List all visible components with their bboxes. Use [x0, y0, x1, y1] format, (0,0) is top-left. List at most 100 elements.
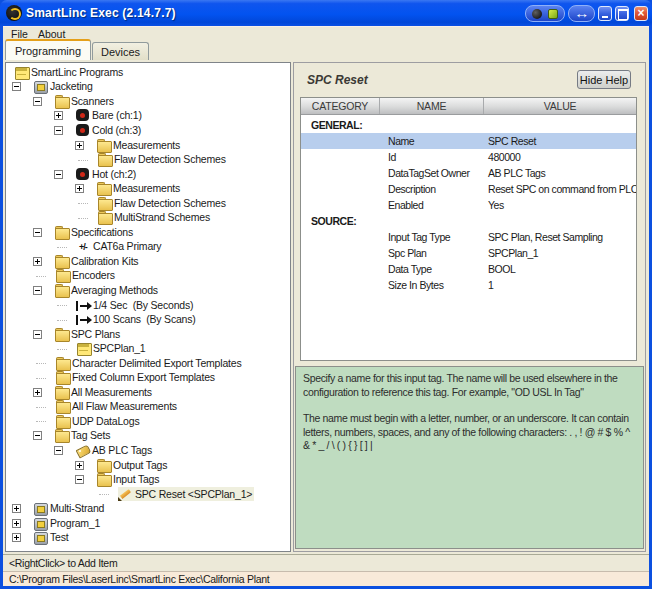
column-header-category[interactable]: CATEGORY: [301, 98, 380, 114]
tree-item-character-delimited-export-templates[interactable]: Character Delimited Export Templates: [6, 356, 290, 371]
tree-item-smartlinc-programs[interactable]: SmartLinc Programs: [6, 65, 290, 80]
folder-icon: [54, 226, 68, 239]
tree-item-ab-plc-tags[interactable]: AB PLC Tags: [6, 443, 290, 458]
minimize-button[interactable]: [598, 6, 612, 21]
tree-item-udp-datalogs[interactable]: UDP DataLogs: [6, 414, 290, 429]
plugin-icon[interactable]: [548, 9, 558, 19]
collapse-icon[interactable]: [12, 82, 21, 91]
avg-icon: [76, 301, 90, 311]
titlebar-widget-pill[interactable]: [525, 5, 565, 22]
tree-item-label: Specifications: [69, 226, 135, 239]
tree-item-all-measurements[interactable]: All Measurements: [6, 385, 290, 400]
tree-item-all-flaw-measurements[interactable]: All Flaw Measurements: [6, 400, 290, 415]
expand-icon[interactable]: [12, 504, 21, 513]
collapse-icon[interactable]: [33, 228, 42, 237]
collapse-icon[interactable]: [54, 126, 63, 135]
tree-item-bare-ch-1[interactable]: Bare (ch:1): [6, 109, 290, 124]
close-button[interactable]: [634, 6, 648, 21]
folder-icon: [96, 473, 110, 486]
cell-name: Enabled: [380, 199, 484, 211]
folder-icon: [55, 400, 69, 413]
collapse-icon[interactable]: [54, 170, 63, 179]
property-row-general[interactable]: GENERAL:: [301, 117, 636, 133]
expand-icon[interactable]: [75, 461, 84, 470]
property-row-data-type[interactable]: Data TypeBOOL: [301, 261, 636, 277]
expand-icon[interactable]: [12, 533, 21, 542]
scanner-icon: [75, 124, 89, 137]
tree-item-flaw-detection-schemes[interactable]: Flaw Detection Schemes: [6, 152, 290, 167]
tree-item-1-4-sec-by-seconds[interactable]: 1/4 Sec (By Seconds): [6, 298, 290, 313]
tree-item-cold-ch-3[interactable]: Cold (ch:3): [6, 123, 290, 138]
tree-item-scanners[interactable]: Scanners: [6, 94, 290, 109]
tree-item-cat6a-primary[interactable]: CAT6a Primary: [6, 240, 290, 255]
avg-icon: [76, 315, 90, 325]
tab-programming[interactable]: Programming: [5, 39, 91, 60]
tree-item-multi-strand[interactable]: Multi-Strand: [6, 501, 290, 516]
tree-item-averaging-methods[interactable]: Averaging Methods: [6, 283, 290, 298]
tree-item-label: Fixed Column Export Templates: [70, 371, 217, 384]
tree-item-program-1[interactable]: Program_1: [6, 516, 290, 531]
property-row-id[interactable]: Id480000: [301, 149, 636, 165]
tree-indent: [33, 400, 55, 415]
panel-title: SPC Reset: [307, 73, 368, 87]
expand-icon[interactable]: [54, 111, 63, 120]
tree-item-spc-reset-spcplan-1[interactable]: SPC Reset <SPCPlan_1>: [6, 487, 290, 502]
property-row-enabled[interactable]: EnabledYes: [301, 197, 636, 213]
tree-item-label: Averaging Methods: [69, 284, 160, 297]
tree-item-label: Cold (ch:3): [90, 124, 143, 137]
expand-icon[interactable]: [33, 257, 42, 266]
expand-icon[interactable]: [12, 519, 21, 528]
tree-item-multistrand-schemes[interactable]: MultiStrand Schemes: [6, 210, 290, 225]
column-header-value[interactable]: VALUE: [484, 98, 636, 114]
property-row-spc-plan[interactable]: Spc PlanSPCPlan_1: [301, 245, 636, 261]
tree-item-specifications[interactable]: Specifications: [6, 225, 290, 240]
property-row-name[interactable]: NameSPC Reset: [301, 133, 636, 149]
maximize-button[interactable]: [615, 6, 629, 21]
tree-item-output-tags[interactable]: Output Tags: [6, 458, 290, 473]
cell-name: Spc Plan: [380, 247, 484, 259]
collapse-icon[interactable]: [33, 431, 42, 440]
tree-item-fixed-column-export-templates[interactable]: Fixed Column Export Templates: [6, 370, 290, 385]
collapse-icon[interactable]: [33, 286, 42, 295]
expand-icon[interactable]: [75, 184, 84, 193]
tab-strip: ProgrammingDevices: [3, 40, 649, 60]
speaker-icon[interactable]: [532, 9, 542, 19]
tree-item-calibration-kits[interactable]: Calibration Kits: [6, 254, 290, 269]
collapse-icon[interactable]: [33, 97, 42, 106]
folder-icon: [55, 269, 69, 282]
cell-name: Input Tag Type: [380, 231, 484, 243]
collapse-icon[interactable]: [75, 475, 84, 484]
tree-item-flaw-detection-schemes[interactable]: Flaw Detection Schemes: [6, 196, 290, 211]
tree-item-tag-sets[interactable]: Tag Sets: [6, 429, 290, 444]
window-title: SmartLinc Exec (2.14.7.7): [26, 6, 176, 20]
tree-item-encoders[interactable]: Encoders: [6, 269, 290, 284]
tree-item-label: All Flaw Measurements: [70, 400, 179, 413]
property-row-size-in-bytes[interactable]: Size In Bytes1: [301, 277, 636, 293]
property-row-input-tag-type[interactable]: Input Tag TypeSPC Plan, Reset Sampling: [301, 229, 636, 245]
titlebar-arrows-pill[interactable]: ↔: [568, 5, 595, 22]
tree-item-spc-plans[interactable]: SPC Plans: [6, 327, 290, 342]
tree-item-jacketing[interactable]: Jacketing: [6, 80, 290, 95]
tree-indent: [54, 341, 76, 356]
resize-arrows-icon: ↔: [574, 6, 590, 21]
collapse-icon[interactable]: [33, 330, 42, 339]
hide-help-button[interactable]: Hide Help: [577, 70, 631, 89]
expand-icon[interactable]: [75, 141, 84, 150]
property-row-description[interactable]: DescriptionReset SPC on command from PLC: [301, 181, 636, 197]
tree-item-measurements[interactable]: Measurements: [6, 138, 290, 153]
tree-item-100-scans-by-scans[interactable]: 100 Scans (By Scans): [6, 312, 290, 327]
tree-item-measurements[interactable]: Measurements: [6, 181, 290, 196]
tree-item-hot-ch-2[interactable]: Hot (ch:2): [6, 167, 290, 182]
collapse-icon[interactable]: [54, 446, 63, 455]
tree-item-input-tags[interactable]: Input Tags: [6, 472, 290, 487]
tree-item-test[interactable]: Test: [6, 531, 290, 546]
cell-value: Yes: [484, 199, 636, 211]
tree-item-spcplan-1[interactable]: SPCPlan_1: [6, 341, 290, 356]
tab-devices[interactable]: Devices: [92, 42, 149, 60]
property-row-source[interactable]: SOURCE:: [301, 213, 636, 229]
tree-indent: [33, 356, 55, 371]
column-header-name[interactable]: NAME: [380, 98, 484, 114]
folder-icon: [54, 386, 68, 399]
expand-icon[interactable]: [33, 388, 42, 397]
property-row-datatagset-owner[interactable]: DataTagSet OwnerAB PLC Tags: [301, 165, 636, 181]
